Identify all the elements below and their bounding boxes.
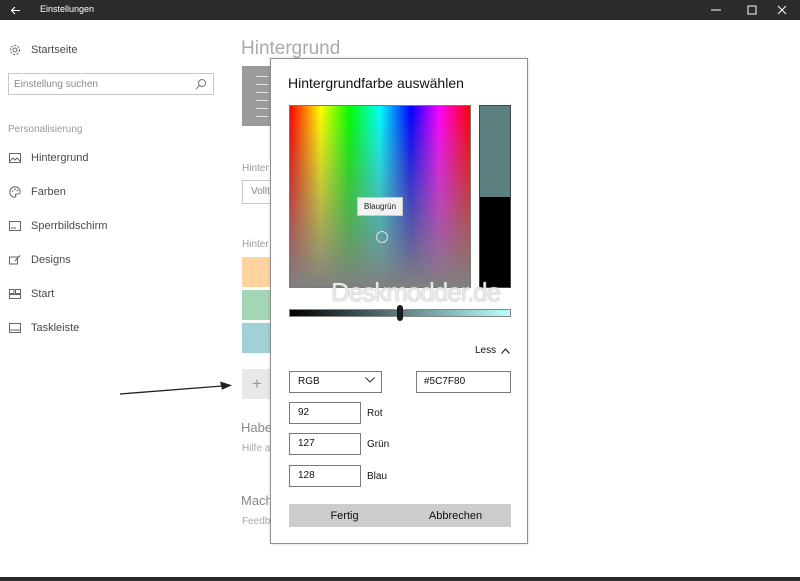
color-spectrum[interactable]: Blaugrün (289, 105, 471, 288)
sidebar-item-label: Sperrbildschirm (31, 220, 108, 232)
feedback-link[interactable]: Feedb (242, 516, 270, 527)
arrow-left-icon (10, 6, 20, 14)
gear-icon (8, 43, 22, 57)
background-type-label: Hinter (242, 163, 269, 174)
green-input[interactable]: 127 (289, 433, 361, 455)
blue-input[interactable]: 128 (289, 465, 361, 487)
picture-icon (8, 151, 22, 165)
sidebar-item-taskleiste[interactable]: Taskleiste (8, 319, 79, 337)
close-button[interactable] (764, 0, 800, 20)
dialog-title: Hintergrundfarbe auswählen (288, 75, 464, 91)
spectrum-cursor[interactable] (376, 231, 388, 243)
old-color-preview (479, 197, 511, 288)
green-label: Grün (367, 439, 390, 450)
help-link[interactable]: Hilfe a (242, 443, 270, 454)
section-label: Personalisierung (8, 124, 83, 135)
search-icon[interactable] (195, 77, 209, 91)
less-label: Less (475, 345, 497, 356)
blue-label: Blau (367, 471, 388, 482)
close-icon (777, 5, 787, 15)
done-button[interactable]: Fertig (289, 504, 400, 527)
title-bar: Einstellungen (0, 0, 800, 20)
color-mode-value: RGB (298, 376, 320, 387)
sidebar-home-label: Startseite (31, 44, 78, 56)
background-preview (242, 66, 272, 126)
bottom-strip (0, 577, 800, 581)
sidebar-item-start[interactable]: Start (8, 285, 54, 303)
less-toggle[interactable]: Less (475, 345, 510, 356)
hex-input[interactable]: #5C7F80 (416, 371, 511, 393)
sidebar: Startseite Personalisierung Hintergrund … (0, 20, 225, 581)
sidebar-item-label: Designs (31, 254, 71, 266)
color-picker-dialog: Hintergrundfarbe auswählen Blaugrün Desk… (270, 58, 528, 544)
brush-icon (8, 253, 22, 267)
taskbar-icon (8, 321, 22, 335)
color-swatch[interactable] (242, 290, 272, 320)
sidebar-home[interactable]: Startseite (8, 41, 77, 59)
new-color-preview (479, 105, 511, 197)
sidebar-item-farben[interactable]: Farben (8, 183, 66, 201)
cancel-button[interactable]: Abbrechen (400, 504, 511, 527)
feedback-heading: Mach (241, 493, 273, 508)
background-type-select[interactable]: Vollt (242, 180, 272, 204)
window-title: Einstellungen (40, 4, 95, 14)
page-title: Hintergrund (241, 38, 341, 59)
color-mode-select[interactable]: RGB (289, 371, 382, 393)
sidebar-item-label: Start (31, 288, 55, 300)
sidebar-item-designs[interactable]: Designs (8, 251, 71, 269)
lockscreen-icon (8, 219, 22, 233)
help-heading: Habe (241, 420, 273, 435)
slider-thumb[interactable] (397, 305, 403, 321)
color-choice-label: Hinter (242, 239, 269, 250)
sidebar-item-sperrbildschirm[interactable]: Sperrbildschirm (8, 217, 107, 235)
start-grid-icon (8, 287, 22, 301)
search-box[interactable] (8, 73, 214, 95)
watermark: Deskmodder.de (331, 277, 501, 307)
maximize-icon (747, 5, 757, 15)
color-swatch[interactable] (242, 257, 272, 287)
annotation-arrow (119, 381, 232, 395)
color-swatch[interactable] (242, 323, 272, 353)
brightness-slider[interactable] (289, 305, 511, 321)
add-custom-color-button[interactable]: + (242, 369, 272, 399)
chevron-up-icon (501, 347, 510, 354)
search-input[interactable] (14, 74, 194, 95)
back-button[interactable] (0, 0, 30, 20)
minimize-button[interactable] (698, 0, 734, 20)
red-label: Rot (367, 408, 383, 419)
chevron-down-icon (365, 377, 375, 383)
sidebar-item-label: Hintergrund (31, 152, 89, 164)
color-name-tooltip: Blaugrün (357, 197, 404, 216)
sidebar-item-hintergrund[interactable]: Hintergrund (8, 149, 88, 167)
red-input[interactable]: 92 (289, 402, 361, 424)
sidebar-item-label: Farben (31, 186, 66, 198)
minimize-icon (711, 9, 721, 11)
palette-icon (8, 185, 22, 199)
sidebar-item-label: Taskleiste (31, 322, 80, 334)
